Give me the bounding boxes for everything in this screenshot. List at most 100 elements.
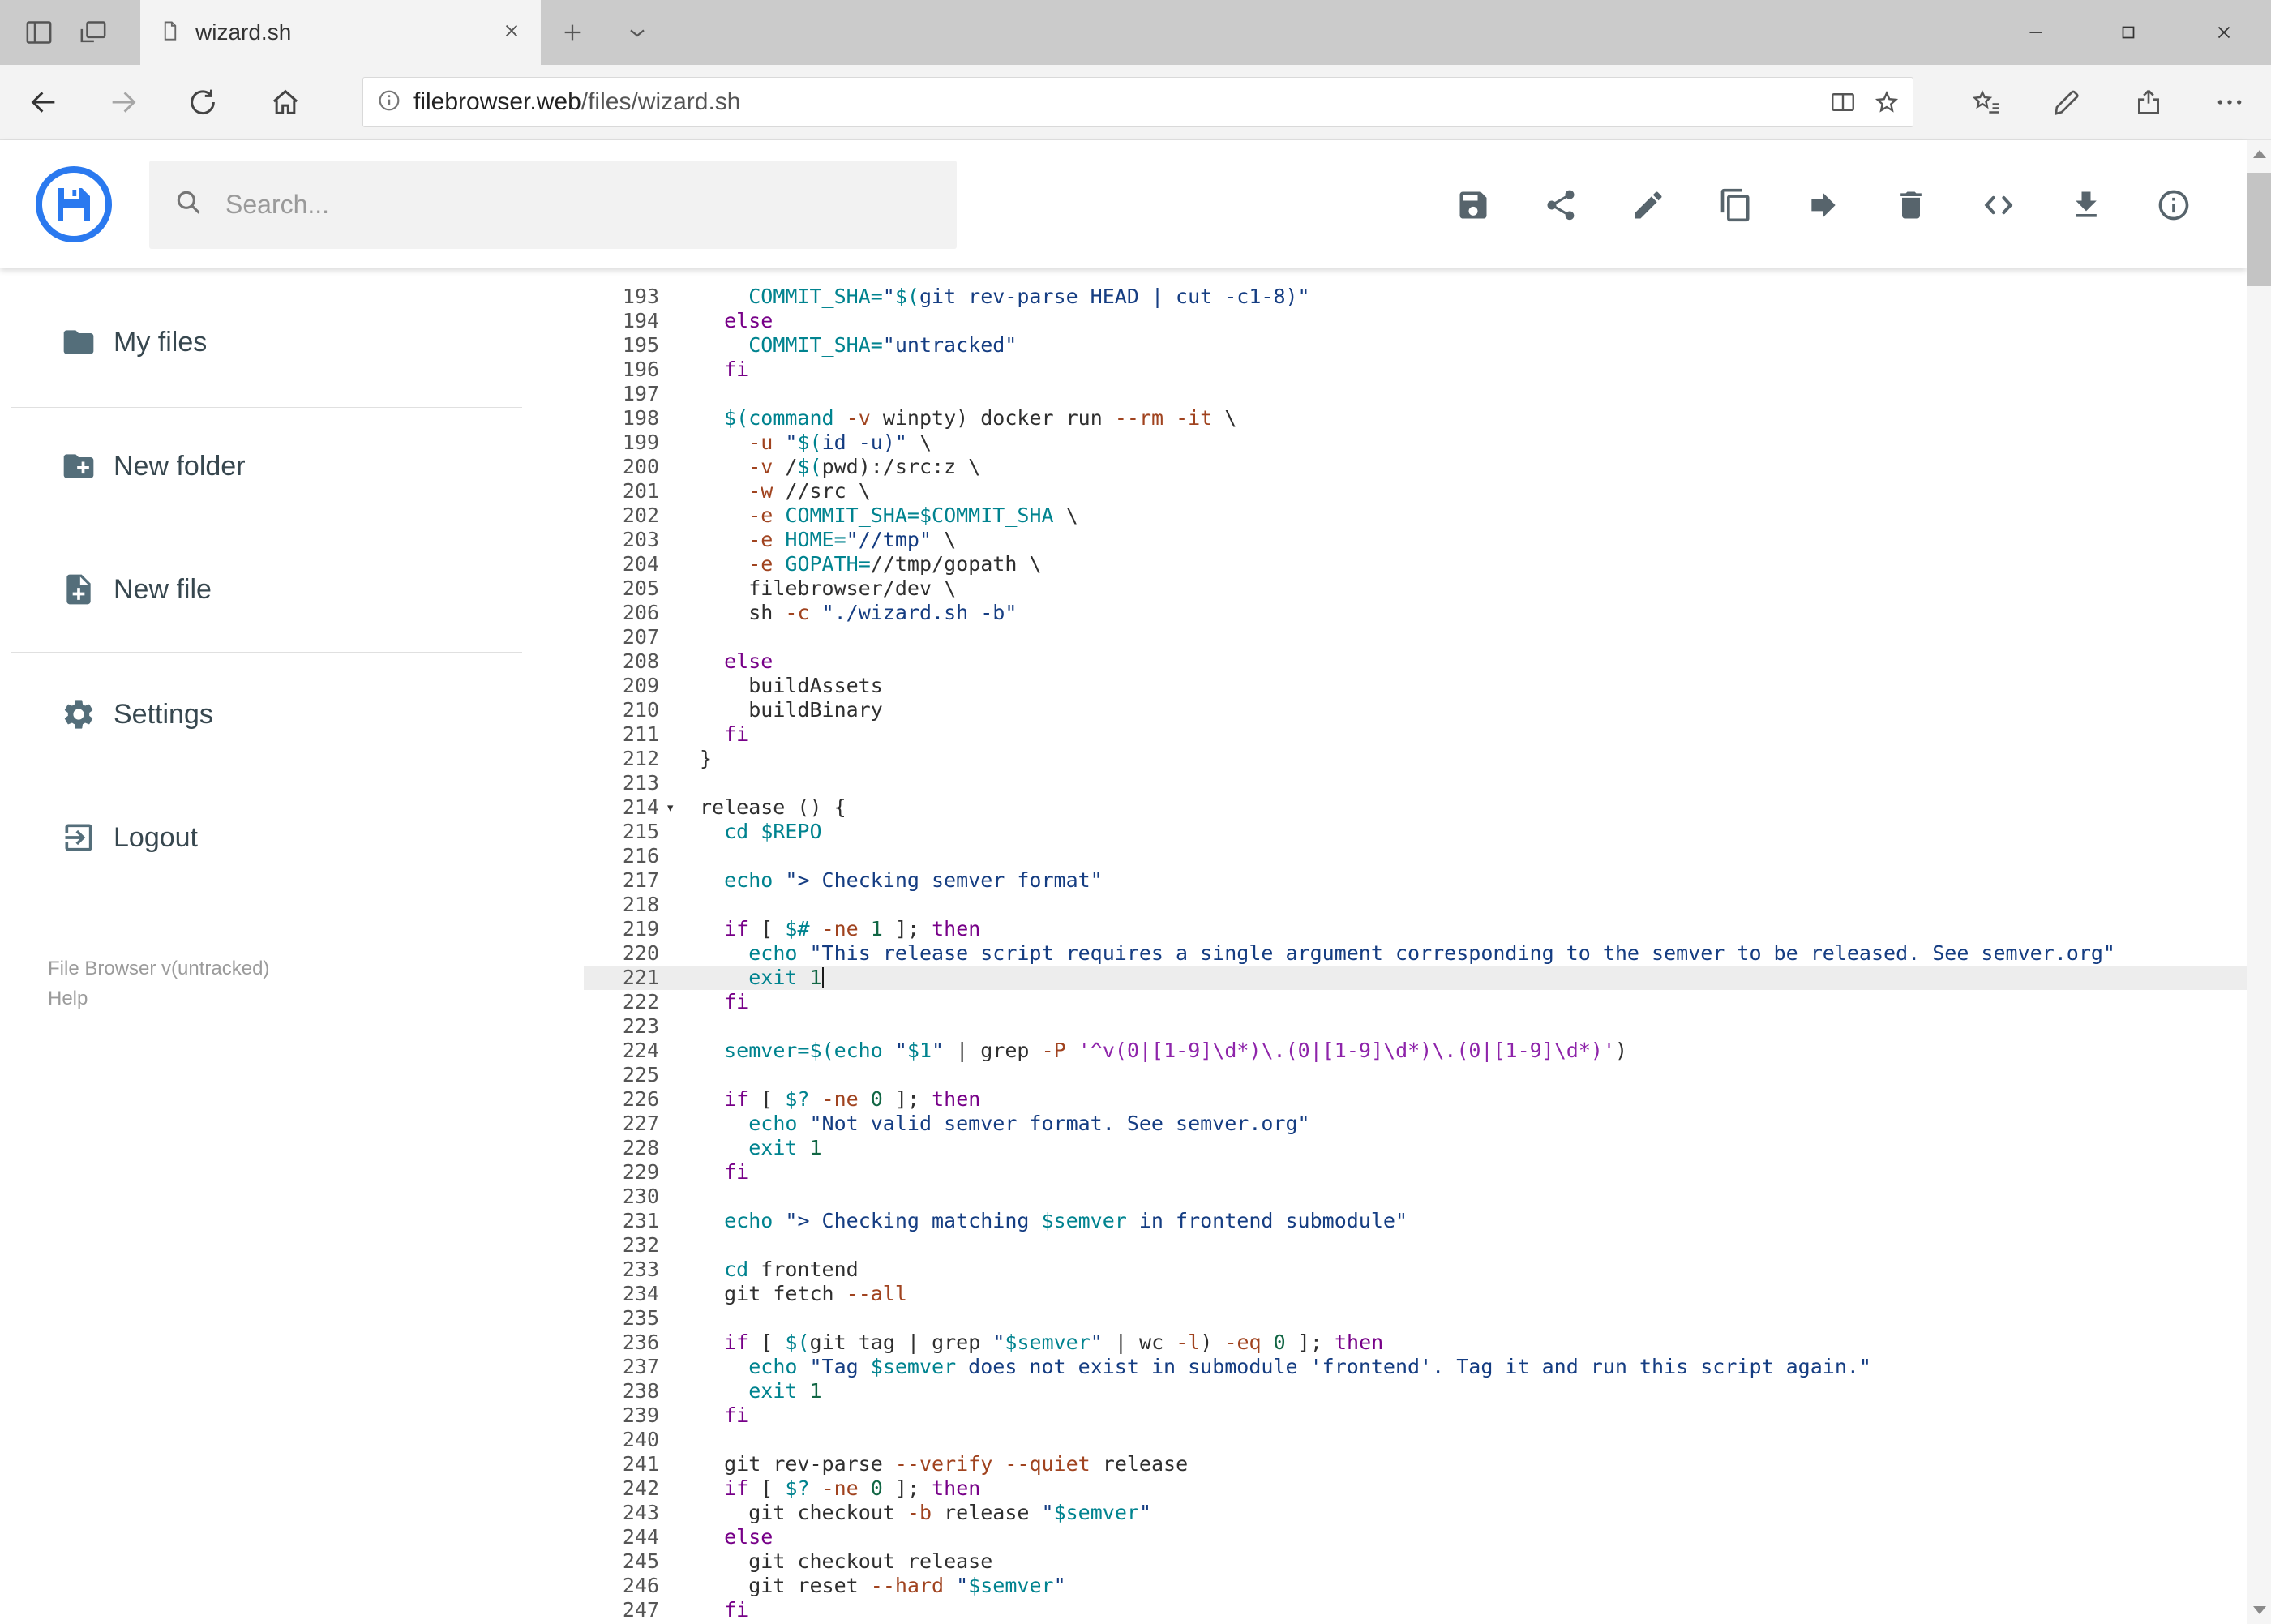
sidebar-item-new-folder[interactable]: New folder — [0, 438, 584, 495]
code-line[interactable]: 214 ▾ release () { — [584, 795, 2247, 820]
tabs-preview-icon[interactable] — [77, 16, 109, 49]
code-line[interactable]: 246 git reset --hard "$semver" — [584, 1574, 2247, 1598]
code-line[interactable]: 197 — [584, 382, 2247, 406]
scrollbar-thumb[interactable] — [2247, 173, 2271, 286]
code-line[interactable]: 213 — [584, 771, 2247, 795]
code-line[interactable]: 210 buildBinary — [584, 698, 2247, 722]
code-line[interactable]: 195 COMMIT_SHA="untracked" — [584, 333, 2247, 358]
share-button[interactable] — [1536, 181, 1585, 229]
code-line[interactable]: 235 — [584, 1306, 2247, 1330]
code-line[interactable]: 218 — [584, 893, 2247, 917]
code-line[interactable]: 211 fi — [584, 722, 2247, 747]
code-line[interactable]: 236 if [ $(git tag | grep "$semver" | wc… — [584, 1330, 2247, 1355]
move-button[interactable] — [1799, 181, 1848, 229]
sidebar-item-settings[interactable]: Settings — [0, 686, 584, 743]
share-page-icon[interactable] — [2132, 86, 2165, 118]
address-bar[interactable]: filebrowser.web/files/wizard.sh — [362, 77, 1913, 127]
code-line[interactable]: 227 echo "Not valid semver format. See s… — [584, 1112, 2247, 1136]
code-line[interactable]: 216 — [584, 844, 2247, 868]
filebrowser-logo-icon[interactable] — [35, 165, 113, 243]
code-line[interactable]: 221 exit 1 — [584, 966, 2247, 990]
code-line[interactable]: 224 semver=$(echo "$1" | grep -P '^v(0|[… — [584, 1039, 2247, 1063]
code-line[interactable]: 223 — [584, 1014, 2247, 1039]
code-line[interactable]: 234 git fetch --all — [584, 1282, 2247, 1306]
code-line[interactable]: 241 git rev-parse --verify --quiet relea… — [584, 1452, 2247, 1476]
raw-code-button[interactable] — [1974, 181, 2023, 229]
code-line[interactable]: 245 git checkout release — [584, 1549, 2247, 1574]
code-line[interactable]: 206 sh -c "./wizard.sh -b" — [584, 601, 2247, 625]
code-line[interactable]: 212} — [584, 747, 2247, 771]
forward-icon[interactable] — [107, 86, 139, 118]
reading-view-icon[interactable] — [1828, 88, 1858, 117]
web-note-icon[interactable] — [2051, 86, 2084, 118]
set-tabs-aside-icon[interactable] — [23, 16, 55, 49]
code-line[interactable]: 233 cd frontend — [584, 1258, 2247, 1282]
code-line[interactable]: 215 cd $REPO — [584, 820, 2247, 844]
fold-marker-icon[interactable]: ▾ — [659, 795, 700, 820]
code-line[interactable]: 237 echo "Tag $semver does not exist in … — [584, 1355, 2247, 1379]
code-line[interactable]: 202 -e COMMIT_SHA=$COMMIT_SHA \ — [584, 503, 2247, 528]
code-line[interactable]: 219 if [ $# -ne 1 ]; then — [584, 917, 2247, 941]
code-line[interactable]: 240 — [584, 1428, 2247, 1452]
home-icon[interactable] — [269, 86, 302, 118]
code-line[interactable]: 193 COMMIT_SHA="$(git rev-parse HEAD | c… — [584, 285, 2247, 309]
code-line[interactable]: 229 fi — [584, 1160, 2247, 1185]
code-line[interactable]: 230 — [584, 1185, 2247, 1209]
code-line[interactable]: 199 -u "$(id -u)" \ — [584, 431, 2247, 455]
code-line[interactable]: 228 exit 1 — [584, 1136, 2247, 1160]
code-line[interactable]: 194 else — [584, 309, 2247, 333]
search-box[interactable] — [149, 161, 957, 249]
code-line[interactable]: 203 -e HOME="//tmp" \ — [584, 528, 2247, 552]
code-line[interactable]: 222 fi — [584, 990, 2247, 1014]
rename-button[interactable] — [1624, 181, 1673, 229]
code-line[interactable]: 226 if [ $? -ne 0 ]; then — [584, 1087, 2247, 1112]
maximize-button[interactable] — [2092, 0, 2165, 65]
save-button[interactable] — [1449, 181, 1498, 229]
browser-tab[interactable]: wizard.sh — [140, 0, 541, 65]
info-button[interactable] — [2149, 181, 2198, 229]
more-options-icon[interactable] — [2213, 86, 2246, 118]
chevron-down-icon[interactable] — [616, 16, 658, 49]
delete-button[interactable] — [1887, 181, 1935, 229]
code-line[interactable]: 196 fi — [584, 358, 2247, 382]
code-line[interactable]: 238 exit 1 — [584, 1379, 2247, 1403]
tab-close-icon[interactable] — [500, 19, 523, 46]
new-tab-button[interactable] — [551, 16, 593, 49]
sidebar-item-my-files[interactable]: My files — [0, 314, 584, 371]
code-line[interactable]: 207 — [584, 625, 2247, 649]
code-editor[interactable]: 193 COMMIT_SHA="$(git rev-parse HEAD | c… — [584, 268, 2247, 1624]
refresh-icon[interactable] — [186, 86, 219, 118]
code-line[interactable]: 225 — [584, 1063, 2247, 1087]
code-line[interactable]: 247 fi — [584, 1598, 2247, 1622]
code-line[interactable]: 243 git checkout -b release "$semver" — [584, 1501, 2247, 1525]
code-line[interactable]: 209 buildAssets — [584, 674, 2247, 698]
back-icon[interactable] — [28, 86, 60, 118]
code-line[interactable]: 231 echo "> Checking matching $semver in… — [584, 1209, 2247, 1233]
scroll-down-arrow-icon[interactable] — [2253, 1606, 2266, 1614]
code-line[interactable]: 244 else — [584, 1525, 2247, 1549]
copy-button[interactable] — [1712, 181, 1760, 229]
scroll-up-arrow-icon[interactable] — [2253, 150, 2266, 158]
code-line[interactable]: 208 else — [584, 649, 2247, 674]
page-info-icon[interactable] — [376, 88, 402, 118]
code-line[interactable]: 198 $(command -v winpty) docker run --rm… — [584, 406, 2247, 431]
help-link[interactable]: Help — [48, 988, 88, 1009]
code-line[interactable]: 201 -w //src \ — [584, 479, 2247, 503]
close-button[interactable] — [2187, 0, 2260, 65]
favorite-star-icon[interactable] — [1872, 88, 1901, 117]
code-line[interactable]: 204 -e GOPATH=//tmp/gopath \ — [584, 552, 2247, 576]
code-line[interactable]: 205 filebrowser/dev \ — [584, 576, 2247, 601]
code-line[interactable]: 217 echo "> Checking semver format" — [584, 868, 2247, 893]
vertical-scrollbar[interactable] — [2247, 140, 2271, 1624]
sidebar-item-logout[interactable]: Logout — [0, 809, 584, 866]
code-line[interactable]: 200 -v /$(pwd):/src:z \ — [584, 455, 2247, 479]
code-line[interactable]: 232 — [584, 1233, 2247, 1258]
code-line[interactable]: 242 if [ $? -ne 0 ]; then — [584, 1476, 2247, 1501]
search-input[interactable] — [225, 190, 937, 220]
code-line[interactable]: 220 echo "This release script requires a… — [584, 941, 2247, 966]
sidebar-item-new-file[interactable]: New file — [0, 561, 584, 618]
hub-favorites-icon[interactable] — [1970, 86, 2003, 118]
download-button[interactable] — [2062, 181, 2110, 229]
minimize-button[interactable] — [1999, 0, 2072, 65]
code-line[interactable]: 239 fi — [584, 1403, 2247, 1428]
